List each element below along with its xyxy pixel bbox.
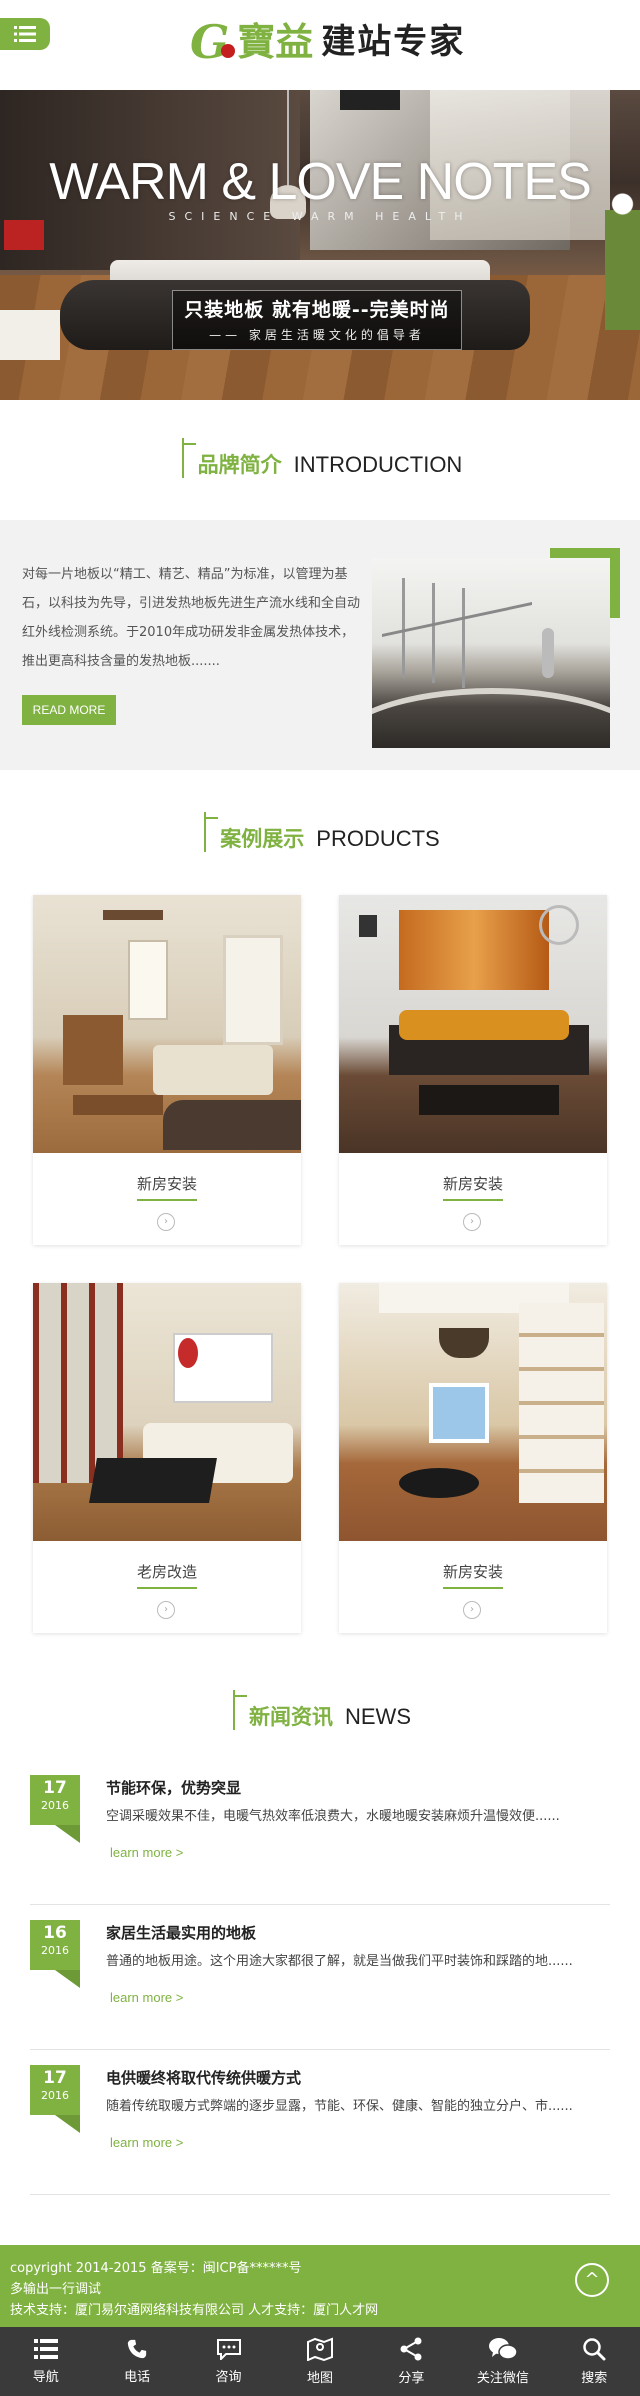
arrow-right-icon[interactable]: ›: [463, 1213, 481, 1231]
intro-heading-cn: 品牌简介: [197, 453, 282, 477]
share-icon: [400, 2337, 422, 2361]
product-card[interactable]: 新房安装 ›: [339, 1283, 607, 1633]
logo-tagline: 建站专家: [321, 22, 466, 62]
news-summary: 普通的地板用途。这个用途大家都很了解，就是当做我们平时装饰和踩踏的地......: [106, 1954, 573, 1969]
banner-title: WARM & LOVE NOTES: [49, 153, 592, 211]
heading-mark-icon: [229, 1690, 247, 1730]
news-item[interactable]: 16 2016 家居生活最实用的地板 普通的地板用途。这个用途大家都很了解，就是…: [30, 1920, 610, 2050]
footer: copyright 2014-2015 备案号：闽ICP备******号 多输出…: [0, 2245, 640, 2327]
intro-image[interactable]: [372, 548, 620, 748]
product-name: 新房安装: [442, 1175, 503, 1193]
arrow-right-icon[interactable]: ›: [157, 1601, 175, 1619]
header: G 寶益 建站专家: [0, 0, 640, 90]
intro-heading-en: INTRODUCTION: [293, 452, 463, 477]
news-summary: 空调采暖效果不佳，电暖气热效率低浪费大，水暖地暖安装麻烦升温慢效便......: [106, 1809, 560, 1824]
nav-label: 关注微信: [476, 2371, 529, 2386]
back-to-top-button[interactable]: ^: [575, 2263, 609, 2297]
news-item[interactable]: 17 2016 节能环保，优势突显 空调采暖效果不佳，电暖气热效率低浪费大，水暖…: [30, 1775, 610, 1905]
nav-item-map[interactable]: 地图: [274, 2327, 365, 2396]
nav-item-menu[interactable]: 导航: [0, 2327, 91, 2396]
product-card[interactable]: 老房改造 ›: [33, 1283, 301, 1633]
nav-label: 导航: [32, 2370, 59, 2385]
products-heading-cn: 案例展示: [220, 827, 305, 851]
grid-menu-icon: [33, 2339, 58, 2359]
learn-more-link[interactable]: learn more >: [110, 2135, 183, 2150]
product-image: [339, 895, 607, 1153]
intro-text: 对每一片地板以“精工、精艺、精品”为标准，以管理为基石，以科技为先导，引进发热地…: [22, 567, 361, 669]
phone-icon: [127, 2339, 147, 2359]
product-card[interactable]: 新房安装 ›: [33, 895, 301, 1245]
products-heading: 案例展示 PRODUCTS: [0, 812, 640, 852]
banner-slogan-box: 只装地板 就有地暖--完美时尚 —— 家居生活暖文化的倡导者: [172, 290, 462, 350]
product-name: 新房安装: [442, 1563, 503, 1581]
products-heading-en: PRODUCTS: [316, 826, 440, 851]
product-image: [33, 895, 301, 1153]
logo-brand: 寶益: [237, 19, 314, 64]
tech-support-text: 技术支持：厦门易尔通网络科技有限公司 人才支持：厦门人才网: [10, 2303, 379, 2318]
nav-label: 地图: [306, 2371, 333, 2386]
nav-item-consult[interactable]: 咨询: [183, 2327, 274, 2396]
product-image: [33, 1283, 301, 1541]
bottom-nav: 导航 电话 咨询 地图 分享 关注微信 搜索: [0, 2327, 640, 2396]
nav-label: 分享: [398, 2371, 425, 2386]
news-date: 16 2016: [30, 1920, 80, 1970]
map-icon: [306, 2337, 333, 2361]
logo-letter: G: [190, 15, 230, 69]
hero-banner[interactable]: WARM & LOVE NOTES SCIENCE WARM HEALTH 只装…: [0, 90, 640, 400]
menu-button[interactable]: [0, 18, 50, 50]
news-title[interactable]: 家居生活最实用的地板: [106, 1922, 256, 1943]
copyright-text: copyright 2014-2015 备案号：闽ICP备******号: [10, 2261, 302, 2276]
news-date: 17 2016: [30, 1775, 80, 1825]
learn-more-link[interactable]: learn more >: [110, 1990, 183, 2005]
product-name: 老房改造: [136, 1563, 197, 1581]
wechat-icon: [488, 2338, 518, 2360]
heading-mark-icon: [178, 438, 196, 478]
nav-item-search[interactable]: 搜索: [549, 2327, 640, 2396]
logo[interactable]: G 寶益 建站专家: [190, 14, 465, 70]
banner-slogan: 只装地板 就有地暖--完美时尚: [184, 299, 450, 321]
intro-section: 对每一片地板以“精工、精艺、精品”为标准，以管理为基石，以科技为先导，引进发热地…: [0, 520, 640, 770]
product-image: [339, 1283, 607, 1541]
news-summary: 随着传统取暖方式弊端的逐步显露，节能、环保、健康、智能的独立分户、市......: [106, 2099, 573, 2114]
arrow-right-icon[interactable]: ›: [157, 1213, 175, 1231]
read-more-button[interactable]: READ MORE: [22, 695, 116, 725]
heading-mark-icon: [200, 812, 219, 852]
news-heading: 新闻资讯 NEWS: [0, 1690, 640, 1730]
search-icon: [583, 2338, 606, 2361]
nav-item-share[interactable]: 分享: [366, 2327, 457, 2396]
nav-label: 搜索: [581, 2371, 608, 2386]
footer-debug-line: 多输出一行调试: [10, 2282, 102, 2297]
menu-icon: [14, 26, 36, 42]
news-date: 17 2016: [30, 2065, 80, 2115]
product-name: 新房安装: [136, 1175, 197, 1193]
news-heading-en: NEWS: [345, 1704, 411, 1729]
news-item[interactable]: 17 2016 电供暖终将取代传统供暖方式 随着传统取暖方式弊端的逐步显露，节能…: [30, 2065, 610, 2195]
nav-item-phone[interactable]: 电话: [91, 2327, 182, 2396]
nav-label: 咨询: [215, 2370, 242, 2385]
product-card[interactable]: 新房安装 ›: [339, 895, 607, 1245]
banner-subtitle: SCIENCE WARM HEALTH: [168, 210, 472, 223]
intro-heading: 品牌简介 INTRODUCTION: [0, 438, 640, 478]
news-heading-cn: 新闻资讯: [249, 1705, 333, 1729]
arrow-right-icon[interactable]: ›: [463, 1601, 481, 1619]
learn-more-link[interactable]: learn more >: [110, 1845, 183, 1860]
nav-label: 电话: [124, 2370, 151, 2385]
logo-seal-icon: [221, 44, 236, 58]
banner-tagline: —— 家居生活暖文化的倡导者: [209, 328, 425, 342]
news-title[interactable]: 节能环保，优势突显: [106, 1777, 241, 1798]
nav-item-wechat[interactable]: 关注微信: [457, 2327, 548, 2396]
chat-icon: [216, 2339, 241, 2360]
news-title[interactable]: 电供暖终将取代传统供暖方式: [106, 2067, 301, 2088]
